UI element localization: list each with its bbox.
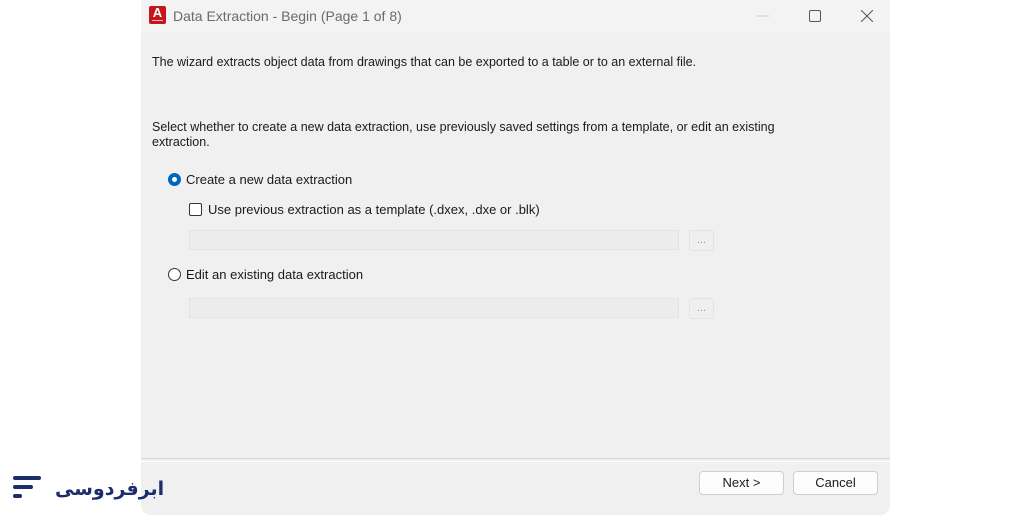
use-template-option[interactable]: Use previous extraction as a template (.… (189, 202, 540, 217)
watermark-text: ابرفردوسی (55, 478, 165, 500)
footer-separator (141, 458, 890, 462)
intro-text: The wizard extracts object data from dra… (152, 55, 697, 69)
template-browse-button: ... (689, 230, 714, 251)
edit-existing-option[interactable]: Edit an existing data extraction (168, 267, 363, 282)
maximize-button[interactable] (792, 0, 838, 33)
create-new-radio[interactable] (168, 173, 181, 186)
edit-existing-radio[interactable] (168, 268, 181, 281)
close-button[interactable] (844, 0, 890, 33)
app-icon-letter: A (152, 5, 163, 20)
cancel-button[interactable]: Cancel (793, 471, 878, 495)
watermark-logo: ابرفردوسی (11, 474, 164, 506)
window-title: Data Extraction - Begin (Page 1 of 8) (173, 8, 402, 24)
create-new-label: Create a new data extraction (186, 172, 353, 187)
edit-existing-label: Edit an existing data extraction (186, 267, 364, 282)
autocad-app-icon: A (149, 6, 166, 24)
close-icon (861, 10, 873, 22)
next-button[interactable]: Next > (699, 471, 784, 495)
create-new-option[interactable]: Create a new data extraction (168, 172, 352, 187)
minimize-button[interactable] (740, 0, 786, 33)
logo-lines-icon (13, 476, 41, 498)
existing-browse-button: ... (689, 298, 714, 319)
title-bar[interactable]: A Data Extraction - Begin (Page 1 of 8) (141, 0, 890, 33)
use-template-label: Use previous extraction as a template (.… (208, 202, 540, 217)
app-icon-bar (152, 20, 163, 21)
maximize-icon (809, 10, 821, 22)
use-template-checkbox[interactable] (189, 203, 202, 216)
existing-path-input (189, 298, 679, 318)
data-extraction-dialog: A Data Extraction - Begin (Page 1 of 8) … (141, 0, 890, 515)
template-path-input (189, 230, 679, 250)
instruction-text: Select whether to create a new data extr… (152, 120, 775, 149)
minimize-icon (757, 15, 769, 17)
